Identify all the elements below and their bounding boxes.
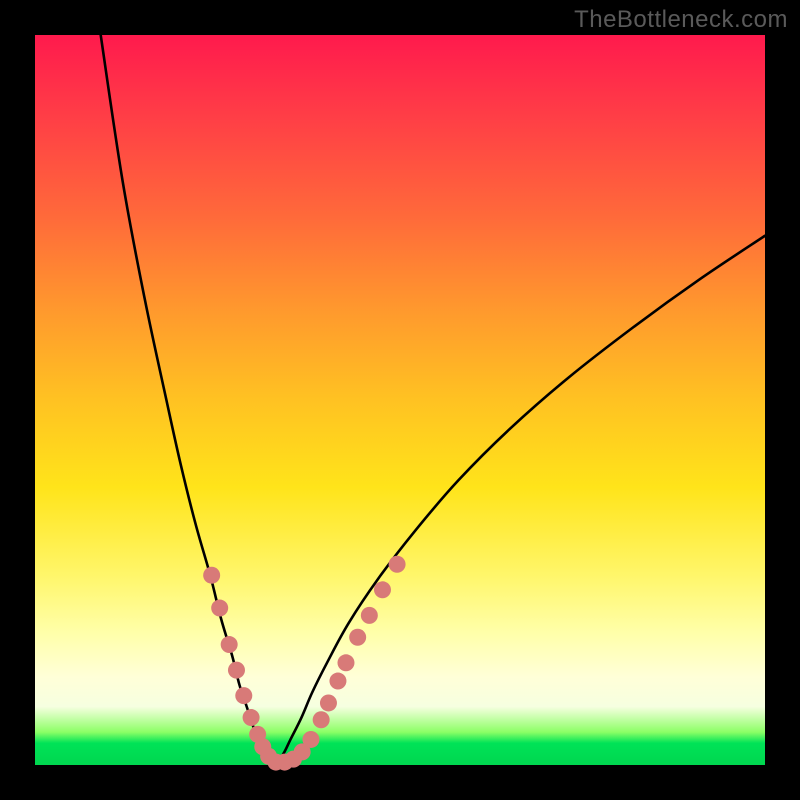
plot-area — [35, 35, 765, 765]
data-dot — [302, 731, 319, 748]
data-dot — [221, 636, 238, 653]
data-dot — [337, 654, 354, 671]
curve-left-curve — [101, 35, 276, 762]
data-dot — [361, 607, 378, 624]
chart-frame: TheBottleneck.com — [0, 0, 800, 800]
curve-group — [101, 35, 765, 762]
data-dot — [349, 629, 366, 646]
watermark-text: TheBottleneck.com — [574, 6, 788, 34]
data-dot — [329, 673, 346, 690]
data-dot — [243, 709, 260, 726]
data-dot — [228, 662, 245, 679]
data-dot — [313, 711, 330, 728]
curve-right-curve — [276, 236, 765, 762]
data-dot — [203, 567, 220, 584]
dot-group — [203, 556, 405, 771]
chart-svg — [35, 35, 765, 765]
data-dot — [389, 556, 406, 573]
data-dot — [235, 687, 252, 704]
data-dot — [374, 581, 391, 598]
data-dot — [320, 694, 337, 711]
data-dot — [211, 600, 228, 617]
